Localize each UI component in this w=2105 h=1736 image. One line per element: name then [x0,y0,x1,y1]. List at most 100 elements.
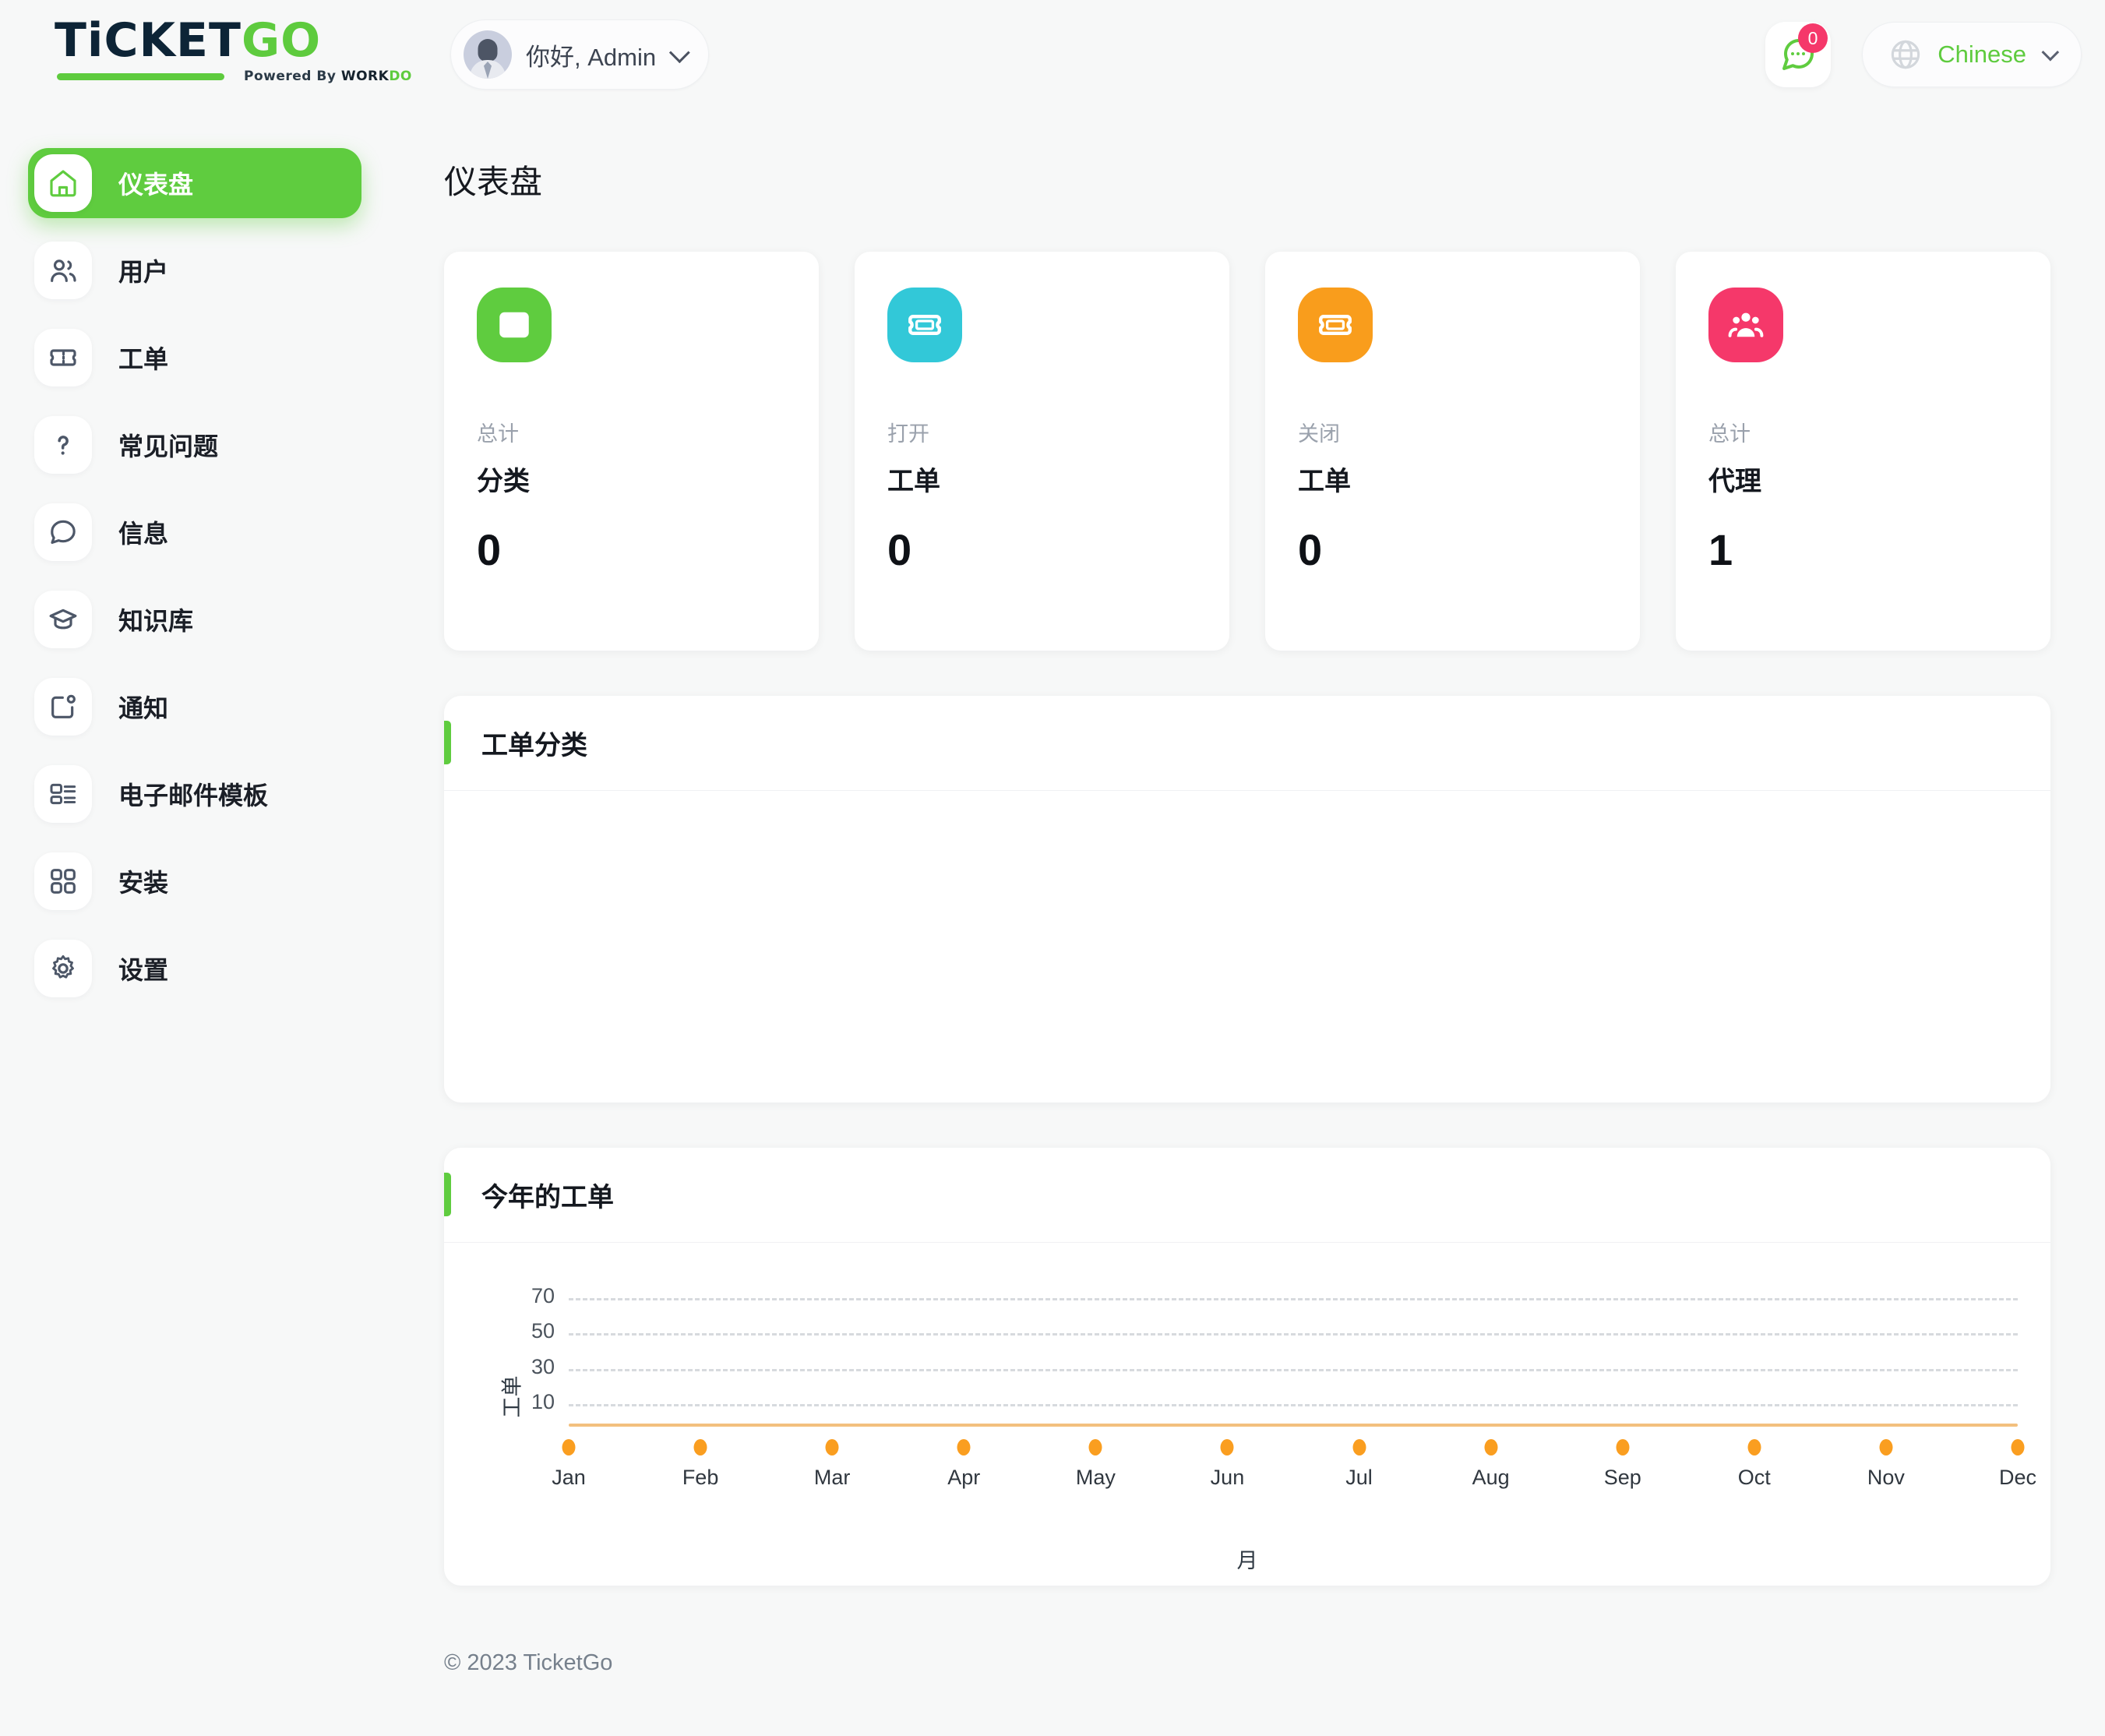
chart-data-point [2011,1439,2025,1455]
stat-card-name: 代理 [1708,467,1761,496]
sidebar-item-label: 知识库 [118,607,194,635]
chart-x-tick: Apr [947,1466,981,1489]
sidebar-item-label: 安装 [118,869,169,897]
ticket-categories-chart-area [444,791,2050,1103]
chart-data-point [562,1439,576,1455]
sidebar-item-label: 常见问题 [118,432,219,460]
chart-y-tick: 10 [531,1390,555,1414]
chart-x-tick: Oct [1737,1466,1771,1489]
ticket-icon [887,288,962,362]
chart-data-point [1220,1439,1234,1455]
sidebar-item-9[interactable]: 安装 [28,846,361,916]
chart-x-tick: Mar [813,1466,851,1489]
chart-x-tick: Feb [682,1466,719,1489]
sidebar-item-8[interactable]: 电子邮件模板 [28,759,361,829]
chart-data-point [693,1439,707,1455]
sidebar-item-label: 设置 [118,956,169,984]
ticket-icon [1298,288,1373,362]
workdo-brand-accent: DO [389,69,412,84]
question-icon [34,416,92,474]
app-logo[interactable]: TiCKETGO Powered By WORKDO [55,17,411,91]
stat-card-subtitle: 总计 [1708,422,1751,446]
chart-x-tick: Jul [1345,1466,1373,1489]
page-title: 仪表盘 [444,164,543,200]
sidebar-item-label: 电子邮件模板 [118,782,269,810]
sidebar-item-label: 信息 [118,520,169,548]
yearly-tickets-chart-area: 工单 70 50 30 10 Jan Feb Mar Apr May Jun Jul Aug Sep Oct… [444,1243,2050,1586]
sidebar-item-6[interactable]: 知识库 [28,584,361,655]
main-content: 仪表盘 总计 分类 0 打开 工单 0 关闭 工单 0 总计 代理 1 工单分类 今年的工单 工单 70… [390,125,2105,1586]
people-group-icon [1708,288,1783,362]
sidebar-item-7[interactable]: 通知 [28,672,361,742]
stat-cards: 总计 分类 0 打开 工单 0 关闭 工单 0 总计 代理 1 [444,252,2050,651]
stat-card-value: 0 [887,525,912,574]
logo-underline [57,73,224,80]
sidebar-item-2[interactable]: 用户 [28,235,361,305]
sidebar-item-4[interactable]: 常见问题 [28,410,361,480]
footer-copyright: © 2023 TicketGo [444,1650,613,1675]
users-icon [34,242,92,299]
stat-card-3[interactable]: 关闭 工单 0 [1265,252,1640,651]
panel-accent-bar [444,721,451,764]
stat-card-subtitle: 打开 [887,422,929,446]
panel-title: 今年的工单 [481,1183,614,1212]
stat-card-value: 0 [1298,525,1323,574]
bell-notification-icon [34,678,92,736]
stat-card-1[interactable]: 总计 分类 0 [444,252,819,651]
gear-icon [34,940,92,997]
grid-apps-icon [34,852,92,910]
chart-x-tick: Sep [1603,1466,1641,1489]
chart-y-tick: 70 [531,1283,555,1307]
stat-card-2[interactable]: 打开 工单 0 [855,252,1229,651]
chart-gridline [569,1404,2018,1407]
chart-x-tick: Jan [552,1466,586,1489]
messages-button[interactable]: 0 [1765,22,1831,87]
list-box-icon [477,288,552,362]
avatar [464,30,512,79]
avatar-tie [484,62,492,79]
chevron-down-icon [2041,43,2060,62]
sidebar-item-10[interactable]: 设置 [28,933,361,1004]
sidebar-item-label: 工单 [118,345,169,373]
top-bar: TiCKETGO Powered By WORKDO 你好, Admin 0 C… [0,0,2105,109]
ticket-icon [34,329,92,386]
stat-card-4[interactable]: 总计 代理 1 [1676,252,2050,651]
line-chart: 工单 70 50 30 10 Jan Feb Mar Apr May Jun Jul Aug Sep Oct… [444,1243,2050,1586]
chevron-down-icon [669,41,690,63]
chart-y-tick: 30 [531,1354,555,1378]
home-icon [34,154,92,212]
chart-data-point [825,1439,839,1455]
stat-card-name: 工单 [1298,467,1351,496]
panel-header: 今年的工单 [444,1148,2050,1243]
sidebar-item-label: 用户 [118,258,169,286]
chart-gridline [569,1333,2018,1336]
user-menu-button[interactable]: 你好, Admin [450,19,710,90]
chart-gridline [569,1297,2018,1300]
chart-y-tick: 50 [531,1319,555,1343]
yearly-tickets-panel: 今年的工单 工单 70 50 30 10 Jan Feb Mar Apr May Jun Jul Aug… [444,1148,2050,1586]
stat-card-name: 分类 [477,467,530,496]
logo-wordmark: TiCKETGO [55,17,358,64]
chart-series-line [569,1424,2018,1427]
sidebar-item-3[interactable]: 工单 [28,323,361,393]
chart-data-point [1352,1439,1366,1455]
language-selector[interactable]: Chinese [1862,22,2082,87]
sidebar: 仪表盘用户工单常见问题信息知识库通知电子邮件模板 安装设置 [0,132,390,1021]
logo-text-ticket: TiCKET [55,13,242,68]
chart-data-point [1879,1439,1893,1455]
chart-x-tick: Aug [1472,1466,1510,1489]
language-label: Chinese [1938,41,2026,68]
sidebar-item-1[interactable]: 仪表盘 [28,148,361,218]
panel-title: 工单分类 [481,731,587,760]
chat-icon [34,503,92,561]
panel-header: 工单分类 [444,696,2050,791]
stat-card-subtitle: 总计 [477,422,519,446]
email-template-icon [34,765,92,823]
chart-x-tick: Jun [1210,1466,1245,1489]
sidebar-item-5[interactable]: 信息 [28,497,361,567]
chart-x-axis-label: 月 [1236,1549,1258,1572]
chart-data-point [1747,1439,1761,1455]
message-count-badge: 0 [1798,23,1828,53]
logo-text-go: GO [241,13,322,68]
globe-icon [1892,40,1920,69]
